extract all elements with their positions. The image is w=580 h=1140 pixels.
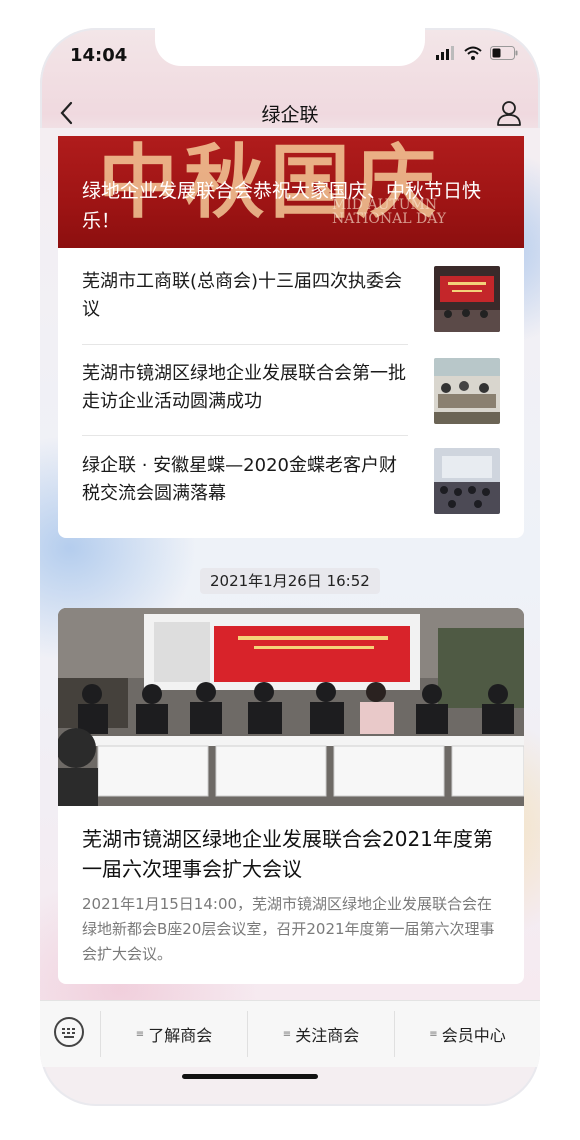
tab-label: 了解商会 <box>148 1026 213 1045</box>
keyboard-icon[interactable] <box>54 1017 84 1047</box>
news-item-title[interactable]: 芜湖市工商联(总商会)十三届四次执委会议 <box>82 268 408 324</box>
nav-bar: 绿企联 <box>40 90 540 136</box>
divider <box>82 344 408 345</box>
news-thumbnail[interactable] <box>434 266 500 332</box>
article-title[interactable]: 芜湖市镜湖区绿地企业发展联合会2021年度第一届六次理事会扩大会议 <box>82 824 502 884</box>
page-title: 绿企联 <box>261 103 319 126</box>
tab-label: 关注商会 <box>295 1026 360 1045</box>
article-description: 2021年1月15日14:00，芜湖市镜湖区绿地企业发展联合会在绿地新都会B座2… <box>82 895 495 963</box>
article-cover-image <box>58 608 524 806</box>
menu-lines-icon: ≡ <box>429 1028 438 1040</box>
banner[interactable]: 中秋国庆 MID AUTUMN NATIONAL DAY 绿地企业发展联合会恭祝… <box>58 136 524 248</box>
divider <box>82 435 408 436</box>
phone-screen: 14:04 绿企联 中秋国庆 MID AUTUMN NATIONAL DAY 绿… <box>40 28 540 1106</box>
menu-lines-icon: ≡ <box>282 1028 292 1040</box>
user-icon[interactable] <box>496 100 522 126</box>
news-item-title[interactable]: 绿企联 · 安徽星蝶—2020金蝶老客户财税交流会圆满落幕 <box>82 452 408 508</box>
article-card[interactable]: 芜湖市镜湖区绿地企业发展联合会2021年度第一届六次理事会扩大会议 2021年1… <box>58 608 524 984</box>
tab-about[interactable]: ≡ 了解商会 <box>101 1001 247 1067</box>
news-card: 中秋国庆 MID AUTUMN NATIONAL DAY 绿地企业发展联合会恭祝… <box>58 136 524 538</box>
tab-follow[interactable]: ≡ 关注商会 <box>248 1001 394 1067</box>
chevron-left-icon[interactable] <box>56 100 80 126</box>
wifi-icon <box>464 46 482 60</box>
news-thumbnail[interactable] <box>434 358 500 424</box>
bottom-menu-bar: ≡ 了解商会 ≡ 关注商会 ≡ 会员中心 <box>40 1000 540 1067</box>
banner-title: 绿地企业发展联合会恭祝大家国庆、中秋节日快乐！ <box>82 180 482 232</box>
tab-label: 会员中心 <box>441 1026 506 1045</box>
menu-lines-icon: ≡ <box>135 1028 145 1040</box>
status-time: 14:04 <box>70 45 128 66</box>
signal-icon <box>436 46 454 60</box>
news-item-title[interactable]: 芜湖市镜湖区绿地企业发展联合会第一批走访企业活动圆满成功 <box>82 360 408 416</box>
news-thumbnail[interactable] <box>434 448 500 514</box>
status-icons <box>436 46 518 60</box>
battery-icon <box>490 46 518 60</box>
status-bar: 14:04 <box>40 28 540 84</box>
home-indicator[interactable] <box>182 1074 318 1079</box>
date-divider: 2021年1月26日 16:52 <box>200 568 380 594</box>
tab-member-center[interactable]: ≡ 会员中心 <box>395 1001 540 1067</box>
